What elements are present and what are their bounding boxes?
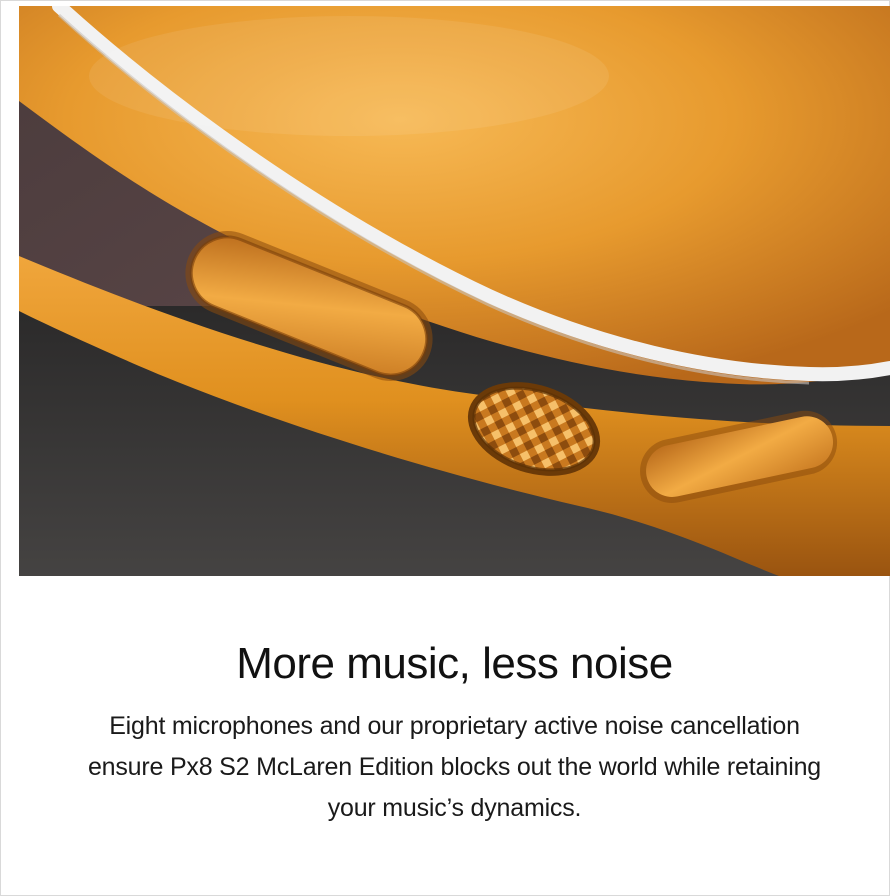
feature-headline: More music, less noise: [236, 639, 673, 688]
feature-copy: More music, less noise Eight microphones…: [19, 576, 890, 829]
feature-description: Eight microphones and our proprietary ac…: [87, 712, 822, 822]
product-hero-image: [19, 6, 890, 576]
feature-card: More music, less noise Eight microphones…: [0, 0, 890, 896]
